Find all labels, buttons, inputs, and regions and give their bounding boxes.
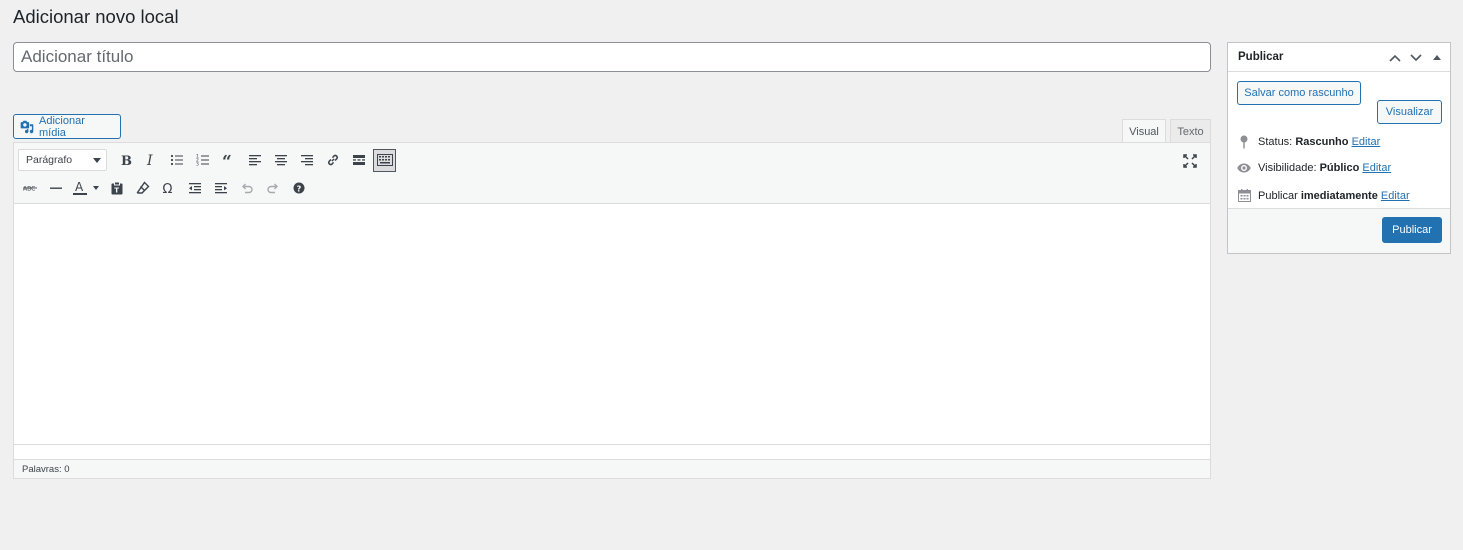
read-more-button[interactable]: [347, 149, 370, 172]
publish-button[interactable]: Publicar: [1382, 217, 1442, 243]
numbered-list-button[interactable]: 123: [191, 149, 214, 172]
strikethrough-button[interactable]: ABC: [18, 177, 41, 200]
move-down-button[interactable]: [1408, 50, 1423, 65]
editor-content-area[interactable]: [14, 204, 1210, 444]
help-button[interactable]: ?: [287, 177, 310, 200]
status-value: Rascunho: [1295, 136, 1349, 148]
toolbar-toggle-button[interactable]: [373, 148, 396, 172]
horizontal-line-icon: [49, 187, 62, 189]
move-up-button[interactable]: [1387, 50, 1402, 65]
publish-actions: Publicar: [1228, 208, 1450, 253]
visibility-value: Público: [1319, 162, 1360, 174]
bold-button[interactable]: B: [113, 149, 136, 172]
blockquote-icon: “: [222, 153, 232, 167]
editor-toolbar: Parágrafo B I 123 “ ABC A T Ω ?: [14, 143, 1210, 204]
format-select[interactable]: Parágrafo: [18, 149, 107, 171]
publish-box-title: Publicar: [1238, 51, 1284, 63]
special-character-icon: Ω: [162, 182, 172, 195]
text-color-button[interactable]: A: [70, 177, 102, 200]
bullet-list-button[interactable]: [165, 149, 188, 172]
bold-icon: B: [121, 154, 132, 167]
italic-button[interactable]: I: [139, 149, 162, 172]
undo-icon: [241, 183, 253, 194]
title-input[interactable]: [13, 42, 1211, 72]
blockquote-button[interactable]: “: [217, 149, 240, 172]
format-select-value: Parágrafo: [26, 154, 73, 166]
editor-divider: [14, 444, 1210, 445]
redo-button[interactable]: [261, 177, 284, 200]
numbered-list-icon: 123: [196, 154, 209, 168]
collapse-triangle-icon: [1432, 54, 1441, 60]
add-media-label: Adicionar mídia: [39, 114, 85, 139]
italic-icon: I: [146, 153, 153, 167]
visibility-label: Visibilidade:: [1258, 162, 1317, 174]
status-label: Status:: [1258, 136, 1293, 148]
chevron-down-icon: [1409, 53, 1422, 61]
fullscreen-icon: [1182, 153, 1197, 168]
paste-text-icon: T: [111, 181, 122, 195]
visibility-row: Visibilidade: Público Editar: [1237, 162, 1391, 174]
status-row: Status: Rascunho Editar: [1237, 135, 1380, 149]
edit-schedule-link[interactable]: Editar: [1381, 190, 1410, 202]
toggle-panel-button[interactable]: [1429, 50, 1444, 65]
outdent-icon: [188, 183, 201, 194]
word-count: Palavras: 0: [14, 459, 1210, 478]
strikethrough-icon: ABC: [22, 186, 37, 193]
help-icon: ?: [293, 182, 304, 194]
svg-text:I: I: [146, 153, 153, 167]
svg-text:B: B: [121, 154, 132, 167]
undo-button[interactable]: [235, 177, 258, 200]
svg-text:Ω: Ω: [162, 182, 172, 195]
svg-text:ABC: ABC: [23, 186, 35, 193]
schedule-row: Publicar imediatamente Editar: [1237, 189, 1410, 202]
preview-button[interactable]: Visualizar: [1377, 100, 1442, 124]
add-media-icon: [20, 120, 34, 133]
edit-visibility-link[interactable]: Editar: [1362, 162, 1391, 174]
align-center-icon: [274, 155, 287, 166]
align-center-button[interactable]: [269, 149, 292, 172]
align-left-icon: [248, 155, 261, 166]
clear-formatting-icon: [136, 181, 149, 194]
calendar-icon: [1237, 189, 1251, 202]
bullet-list-icon: [170, 154, 183, 166]
chevron-up-icon: [1388, 54, 1401, 62]
save-draft-button[interactable]: Salvar como rascunho: [1237, 81, 1361, 105]
align-right-icon: [300, 155, 313, 166]
chevron-down-icon: [93, 157, 101, 163]
link-icon: [327, 154, 338, 166]
tab-text[interactable]: Texto: [1170, 119, 1211, 143]
publish-box: Publicar Salvar como rascunho Visualizar…: [1227, 42, 1451, 254]
horizontal-line-button[interactable]: [44, 177, 67, 200]
schedule-value: imediatamente: [1300, 189, 1378, 202]
svg-text:A: A: [75, 180, 84, 194]
indent-button[interactable]: [209, 177, 232, 200]
svg-text:“: “: [222, 153, 232, 167]
toolbar-toggle-icon: [376, 154, 393, 166]
add-media-button[interactable]: Adicionar mídia: [13, 114, 121, 139]
clear-formatting-button[interactable]: [131, 177, 154, 200]
indent-icon: [214, 183, 227, 194]
svg-text:T: T: [114, 187, 119, 195]
link-button[interactable]: [321, 149, 344, 172]
outdent-button[interactable]: [183, 177, 206, 200]
align-left-button[interactable]: [243, 149, 266, 172]
edit-status-link[interactable]: Editar: [1352, 136, 1381, 148]
content-editor: Parágrafo B I 123 “ ABC A T Ω ? Palavras…: [13, 142, 1211, 479]
schedule-label: Publicar: [1258, 189, 1298, 202]
tab-visual[interactable]: Visual: [1122, 119, 1166, 143]
svg-text:?: ?: [296, 184, 301, 193]
eye-icon: [1237, 163, 1251, 173]
paste-text-button[interactable]: T: [105, 177, 128, 200]
fullscreen-button[interactable]: [1178, 149, 1201, 172]
align-right-button[interactable]: [295, 149, 318, 172]
text-color-icon: A: [73, 180, 99, 195]
pin-icon: [1237, 135, 1251, 149]
read-more-icon: [352, 155, 365, 165]
page-title: Adicionar novo local: [13, 6, 179, 27]
svg-text:3: 3: [196, 162, 199, 168]
special-character-button[interactable]: Ω: [157, 177, 180, 200]
redo-icon: [266, 183, 278, 194]
